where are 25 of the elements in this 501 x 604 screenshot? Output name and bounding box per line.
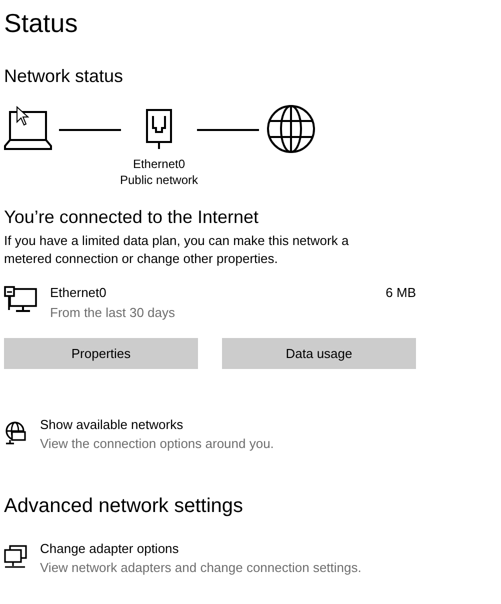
usage-period: From the last 30 days (50, 304, 176, 322)
link-description: View network adapters and change connection settings. (40, 559, 362, 577)
connection-line (197, 129, 259, 131)
settings-link[interactable]: Change adapter options (40, 540, 362, 558)
laptop-icon (4, 110, 52, 150)
settings-link[interactable]: Show available networks (40, 416, 274, 434)
globe-icon (266, 104, 316, 154)
globe-monitor-icon (4, 421, 27, 445)
section-heading: Advanced network settings (4, 494, 244, 519)
data-amount: 6 MB (386, 284, 416, 302)
connection-description: If you have a limited data plan, you can make this network a metered connection or change other properties. (4, 232, 350, 268)
ethernet-port-icon (145, 108, 173, 150)
desktop-computer-icon (4, 286, 38, 314)
network-type-label: Public network (120, 172, 198, 188)
connection-heading: You’re connected to the Internet (4, 206, 260, 229)
adapter-name: Ethernet0 (50, 284, 108, 302)
section-heading: Network status (4, 65, 124, 88)
link-description: View the connection options around you. (40, 435, 274, 453)
adapter-label: Ethernet0 (132, 156, 186, 172)
page-title: Status (4, 7, 79, 40)
action-button[interactable]: Data usage (222, 338, 416, 369)
action-button[interactable]: Properties (4, 338, 198, 369)
mouse-pointer-icon (16, 106, 30, 126)
connection-line (59, 129, 121, 131)
monitors-icon (4, 545, 27, 569)
